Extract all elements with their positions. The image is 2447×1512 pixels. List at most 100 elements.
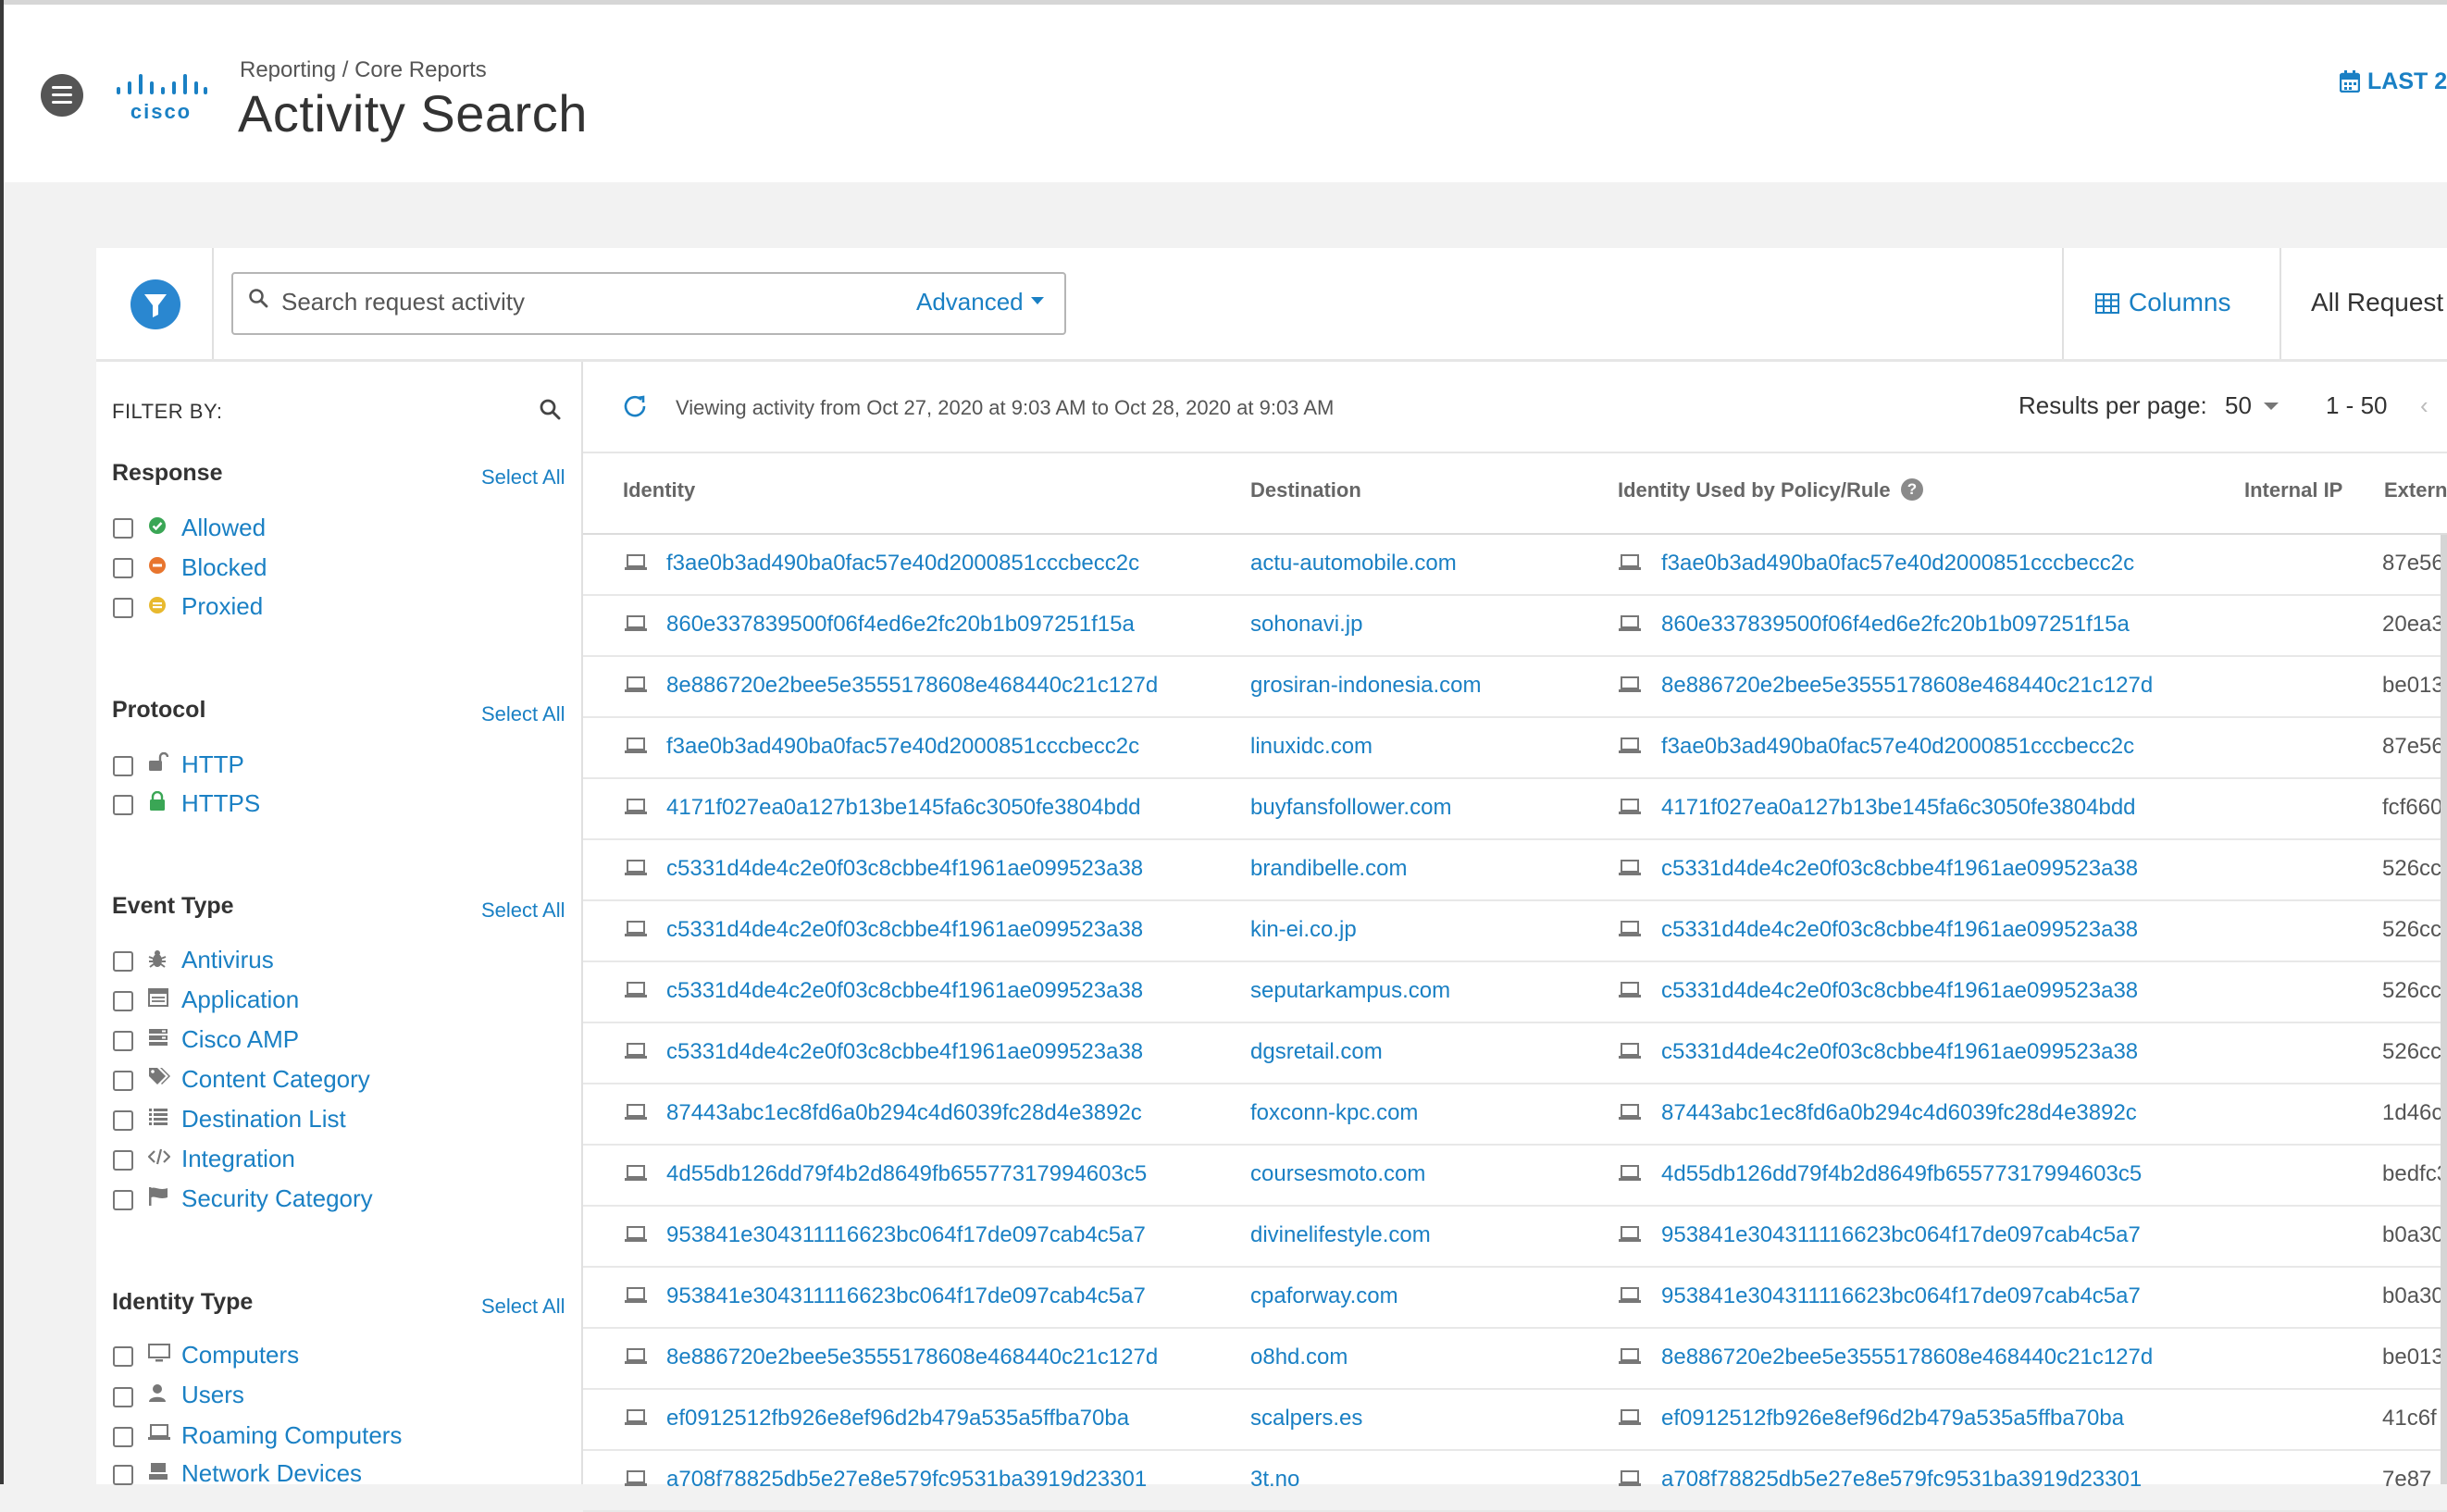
filter-search-icon[interactable] [539,398,561,425]
destination-link[interactable]: seputarkampus.com [1250,978,1450,1004]
destination-link[interactable]: actu-automobile.com [1250,551,1457,576]
identity-link[interactable]: 860e337839500f06f4ed6e2fc20b1b097251f15a [666,612,1135,638]
checkbox-allowed[interactable] [113,518,133,539]
table-row[interactable]: c5331d4de4c2e0f03c8cbbe4f1961ae099523a38… [583,1023,2447,1084]
option-label-blocked[interactable]: Blocked [181,553,267,582]
destination-link[interactable]: kin-ei.co.jp [1250,917,1357,943]
table-row[interactable]: c5331d4de4c2e0f03c8cbbe4f1961ae099523a38… [583,962,2447,1023]
table-row[interactable]: f3ae0b3ad490ba0fac57e40d2000851cccbecc2c… [583,718,2447,779]
checkbox-cisco-amp[interactable] [113,1031,133,1051]
identity-link[interactable]: 4171f027ea0a127b13be145fa6c3050fe3804bdd [666,795,1141,821]
select-all-protocol[interactable]: Select All [481,702,565,726]
option-label-destination-list[interactable]: Destination List [181,1105,346,1134]
option-label-https[interactable]: HTTPS [181,789,260,818]
destination-link[interactable]: brandibelle.com [1250,856,1407,882]
policy-identity-link[interactable]: 8e886720e2bee5e3555178608e468440c21c127d [1661,1345,2153,1370]
checkbox-content-category[interactable] [113,1071,133,1091]
policy-identity-link[interactable]: 953841e304311116623bc064f17de097cab4c5a7 [1661,1222,2141,1248]
caret-down-icon[interactable] [2264,403,2279,410]
identity-link[interactable]: c5331d4de4c2e0f03c8cbbe4f1961ae099523a38 [666,978,1143,1004]
column-header-destination[interactable]: Destination [1250,478,1361,502]
identity-link[interactable]: c5331d4de4c2e0f03c8cbbe4f1961ae099523a38 [666,856,1143,882]
hamburger-menu-icon[interactable] [41,74,83,117]
policy-identity-link[interactable]: c5331d4de4c2e0f03c8cbbe4f1961ae099523a38 [1661,1039,2138,1065]
destination-link[interactable]: linuxidc.com [1250,734,1373,760]
breadcrumb[interactable]: Reporting / Core Reports [240,57,487,83]
option-label-security-category[interactable]: Security Category [181,1184,373,1213]
identity-link[interactable]: 87443abc1ec8fd6a0b294c4d6039fc28d4e3892c [666,1100,1142,1126]
table-row[interactable]: 953841e304311116623bc064f17de097cab4c5a7… [583,1207,2447,1268]
destination-link[interactable]: cpaforway.com [1250,1283,1398,1309]
identity-link[interactable]: 8e886720e2bee5e3555178608e468440c21c127d [666,1345,1158,1370]
identity-link[interactable]: c5331d4de4c2e0f03c8cbbe4f1961ae099523a38 [666,1039,1143,1065]
destination-link[interactable]: foxconn-kpc.com [1250,1100,1418,1126]
select-all-response[interactable]: Select All [481,465,565,490]
policy-identity-link[interactable]: a708f78825db5e27e8e579fc9531ba3919d23301 [1661,1467,2142,1493]
filter-toggle-button[interactable] [130,279,180,329]
table-row[interactable]: 953841e304311116623bc064f17de097cab4c5a7… [583,1268,2447,1329]
caret-down-icon[interactable] [1031,297,1044,304]
checkbox-destination-list[interactable] [113,1110,133,1131]
identity-link[interactable]: a708f78825db5e27e8e579fc9531ba3919d23301 [666,1467,1147,1493]
advanced-search-dropdown[interactable]: Advanced [916,288,1024,316]
table-row[interactable]: ef0912512fb926e8ef96d2b479a535a5ffba70ba… [583,1390,2447,1451]
identity-link[interactable]: c5331d4de4c2e0f03c8cbbe4f1961ae099523a38 [666,917,1143,943]
checkbox-network-devices[interactable] [113,1465,133,1485]
checkbox-integration[interactable] [113,1150,133,1171]
policy-identity-link[interactable]: 4171f027ea0a127b13be145fa6c3050fe3804bdd [1661,795,2136,821]
option-label-computers[interactable]: Computers [181,1341,299,1369]
policy-identity-link[interactable]: 8e886720e2bee5e3555178608e468440c21c127d [1661,673,2153,699]
destination-link[interactable]: dgsretail.com [1250,1039,1383,1065]
checkbox-computers[interactable] [113,1346,133,1367]
option-label-content-category[interactable]: Content Category [181,1065,370,1094]
table-row[interactable]: a708f78825db5e27e8e579fc9531ba3919d23301… [583,1451,2447,1512]
policy-identity-link[interactable]: 953841e304311116623bc064f17de097cab4c5a7 [1661,1283,2141,1309]
table-row[interactable]: c5331d4de4c2e0f03c8cbbe4f1961ae099523a38… [583,840,2447,901]
prev-page-icon[interactable]: ‹ [2420,391,2428,420]
checkbox-antivirus[interactable] [113,951,133,972]
table-row[interactable]: 8e886720e2bee5e3555178608e468440c21c127d… [583,1329,2447,1390]
checkbox-http[interactable] [113,756,133,776]
checkbox-application[interactable] [113,991,133,1011]
destination-link[interactable]: coursesmoto.com [1250,1161,1425,1187]
table-row[interactable]: c5331d4de4c2e0f03c8cbbe4f1961ae099523a38… [583,901,2447,962]
checkbox-proxied[interactable] [113,598,133,618]
policy-identity-link[interactable]: f3ae0b3ad490ba0fac57e40d2000851cccbecc2c [1661,734,2134,760]
identity-link[interactable]: ef0912512fb926e8ef96d2b479a535a5ffba70ba [666,1406,1129,1431]
policy-identity-link[interactable]: 4d55db126dd79f4b2d8649fb65577317994603c5 [1661,1161,2142,1187]
identity-link[interactable]: 953841e304311116623bc064f17de097cab4c5a7 [666,1283,1146,1309]
policy-identity-link[interactable]: ef0912512fb926e8ef96d2b479a535a5ffba70ba [1661,1406,2124,1431]
policy-identity-link[interactable]: 87443abc1ec8fd6a0b294c4d6039fc28d4e3892c [1661,1100,2137,1126]
destination-link[interactable]: scalpers.es [1250,1406,1362,1431]
columns-button[interactable]: Columns [2095,288,2230,317]
option-label-http[interactable]: HTTP [181,750,244,779]
policy-identity-link[interactable]: c5331d4de4c2e0f03c8cbbe4f1961ae099523a38 [1661,917,2138,943]
identity-link[interactable]: 953841e304311116623bc064f17de097cab4c5a7 [666,1222,1146,1248]
option-label-antivirus[interactable]: Antivirus [181,946,274,974]
vertical-scrollbar[interactable] [2441,535,2447,1484]
checkbox-https[interactable] [113,795,133,815]
destination-link[interactable]: grosiran-indonesia.com [1250,673,1481,699]
option-label-integration[interactable]: Integration [181,1145,295,1173]
table-row[interactable]: 8e886720e2bee5e3555178608e468440c21c127d… [583,657,2447,718]
policy-identity-link[interactable]: 860e337839500f06f4ed6e2fc20b1b097251f15a [1661,612,2130,638]
option-label-proxied[interactable]: Proxied [181,592,263,621]
help-icon[interactable]: ? [1901,478,1923,501]
policy-identity-link[interactable]: c5331d4de4c2e0f03c8cbbe4f1961ae099523a38 [1661,978,2138,1004]
identity-link[interactable]: f3ae0b3ad490ba0fac57e40d2000851cccbecc2c [666,551,1139,576]
request-type-dropdown[interactable]: All Request [2311,288,2443,317]
option-label-network-devices[interactable]: Network Devices [181,1459,362,1488]
policy-identity-link[interactable]: c5331d4de4c2e0f03c8cbbe4f1961ae099523a38 [1661,856,2138,882]
table-row[interactable]: f3ae0b3ad490ba0fac57e40d2000851cccbecc2c… [583,535,2447,596]
search-input[interactable] [281,287,892,316]
select-all-identity-type[interactable]: Select All [481,1295,565,1319]
option-label-allowed[interactable]: Allowed [181,514,266,542]
identity-link[interactable]: 8e886720e2bee5e3555178608e468440c21c127d [666,673,1158,699]
destination-link[interactable]: buyfansfollower.com [1250,795,1451,821]
table-row[interactable]: 4d55db126dd79f4b2d8649fb65577317994603c5… [583,1146,2447,1207]
checkbox-users[interactable] [113,1387,133,1407]
identity-link[interactable]: 4d55db126dd79f4b2d8649fb65577317994603c5 [666,1161,1147,1187]
option-label-application[interactable]: Application [181,985,299,1014]
destination-link[interactable]: o8hd.com [1250,1345,1348,1370]
column-header-internal-ip[interactable]: Internal IP [2244,478,2342,502]
